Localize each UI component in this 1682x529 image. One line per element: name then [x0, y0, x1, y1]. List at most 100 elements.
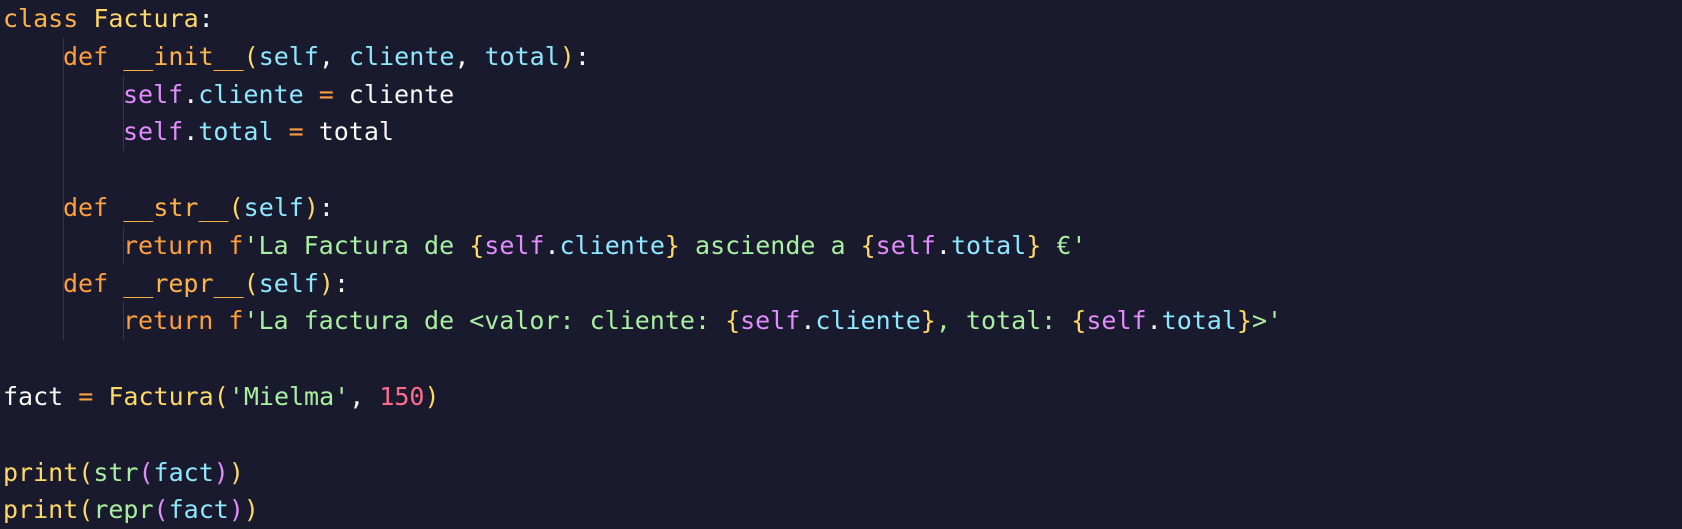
- code-token: 150: [379, 381, 425, 411]
- code-token: 'La factura de <valor: cliente:: [243, 306, 726, 336]
- code-token: fact: [153, 457, 214, 487]
- code-token: ,: [318, 41, 350, 71]
- code-token: ,: [454, 41, 485, 71]
- code-token: __str__: [123, 192, 229, 222]
- indent-guide: [63, 151, 64, 189]
- code-token: (: [153, 495, 169, 525]
- code-line-text: def __str__(self):: [63, 193, 334, 222]
- code-token: asciende a: [679, 230, 861, 260]
- code-token: {: [860, 230, 876, 260]
- code-token: =: [63, 381, 109, 411]
- code-line-text: print(repr(fact)): [3, 495, 259, 524]
- code-token: ): [243, 495, 259, 525]
- code-line[interactable]: def __str__(self):: [3, 188, 1162, 227]
- code-line[interactable]: def __repr__(self):: [3, 264, 1162, 303]
- code-token: cliente: [348, 79, 455, 109]
- code-token: ): [559, 41, 575, 71]
- code-token: self: [875, 230, 936, 260]
- code-line-text: print(str(fact)): [3, 458, 244, 487]
- code-token: €': [1041, 230, 1087, 260]
- code-line[interactable]: return f'La factura de <valor: cliente: …: [3, 302, 1282, 341]
- code-token: , total:: [935, 306, 1072, 336]
- code-token: Factura: [93, 4, 199, 33]
- code-token: {: [469, 230, 485, 260]
- code-line[interactable]: def __init__(self, cliente, total):: [3, 37, 1162, 76]
- code-token: :: [574, 41, 590, 71]
- code-token: .: [1146, 306, 1162, 336]
- code-line-text: def __init__(self, cliente, total):: [63, 42, 590, 71]
- code-token: (: [138, 457, 154, 487]
- code-token: =: [303, 79, 349, 109]
- code-line[interactable]: class Factura:: [3, 0, 1162, 38]
- code-token: }: [920, 306, 936, 336]
- code-token: def: [63, 41, 124, 71]
- code-token: self: [740, 306, 801, 336]
- code-line[interactable]: self.cliente = cliente: [3, 75, 1162, 114]
- code-token: :: [198, 4, 214, 33]
- code-token: fact: [168, 495, 229, 525]
- code-token: cliente: [559, 230, 665, 260]
- code-token: ,: [349, 381, 380, 411]
- code-line[interactable]: print(repr(fact)): [3, 491, 1162, 529]
- code-token: self: [258, 268, 319, 298]
- code-token: ): [303, 192, 319, 222]
- code-line-text: self.total = total: [123, 117, 394, 146]
- code-token: __repr__: [123, 268, 244, 298]
- code-line[interactable]: fact = Factura('Mielma', 150): [3, 378, 1162, 416]
- code-line[interactable]: self.total = total: [3, 113, 1162, 152]
- code-token: }: [1026, 230, 1042, 260]
- code-token: def: [63, 268, 124, 298]
- code-token: .: [544, 230, 560, 260]
- code-content[interactable]: class Factura: def __init__(self, cliente…: [3, 0, 1282, 529]
- code-token: total: [950, 230, 1027, 260]
- code-token: self: [243, 192, 304, 222]
- code-line-text: return f'La factura de <valor: cliente: …: [123, 306, 1282, 335]
- code-line-text: fact = Factura('Mielma', 150): [3, 382, 440, 411]
- code-token: }: [664, 230, 680, 260]
- code-editor[interactable]: class Factura: def __init__(self, cliente…: [0, 0, 1682, 526]
- code-line[interactable]: print(str(fact)): [3, 454, 1162, 492]
- code-token: ): [228, 495, 244, 525]
- code-line[interactable]: [3, 340, 1162, 378]
- code-line[interactable]: return f'La Factura de {self.cliente} as…: [3, 226, 1162, 265]
- code-token: __init__: [123, 41, 244, 71]
- code-token: >': [1251, 306, 1283, 336]
- code-token: str: [93, 457, 139, 487]
- code-token: :: [318, 192, 334, 222]
- code-token: .: [935, 230, 951, 260]
- code-token: self: [123, 117, 184, 147]
- code-token: (: [228, 192, 244, 222]
- code-line-text: return f'La Factura de {self.cliente} as…: [123, 231, 1086, 260]
- code-token: ): [228, 457, 244, 487]
- code-line-text: def __repr__(self):: [63, 269, 349, 298]
- code-line-text: class Factura:: [3, 4, 214, 33]
- indent-guide: [63, 75, 64, 114]
- code-token: print: [3, 457, 79, 487]
- code-token: :: [333, 268, 350, 298]
- code-token: ): [318, 268, 334, 298]
- code-token: return: [123, 306, 229, 336]
- code-token: class: [3, 4, 94, 33]
- code-token: .: [183, 79, 199, 109]
- code-token: (: [213, 381, 229, 411]
- code-token: total: [1161, 306, 1237, 336]
- code-token: fact: [3, 381, 64, 411]
- code-token: ): [213, 457, 229, 487]
- code-token: cliente: [349, 41, 455, 71]
- code-token: (: [243, 268, 259, 298]
- code-token: =: [273, 117, 319, 147]
- code-token: cliente: [815, 306, 921, 336]
- code-token: .: [800, 306, 816, 336]
- code-line[interactable]: [3, 151, 1162, 189]
- code-token: self: [123, 79, 184, 109]
- code-token: return: [123, 230, 229, 260]
- indent-guide: [63, 226, 64, 265]
- code-line[interactable]: [3, 416, 1162, 454]
- code-token: repr: [93, 495, 154, 525]
- code-token: total: [318, 117, 394, 147]
- code-token: }: [1236, 306, 1252, 336]
- code-token: total: [198, 117, 274, 147]
- code-token: f: [228, 306, 244, 336]
- code-token: self: [484, 230, 545, 260]
- code-token: (: [78, 495, 94, 525]
